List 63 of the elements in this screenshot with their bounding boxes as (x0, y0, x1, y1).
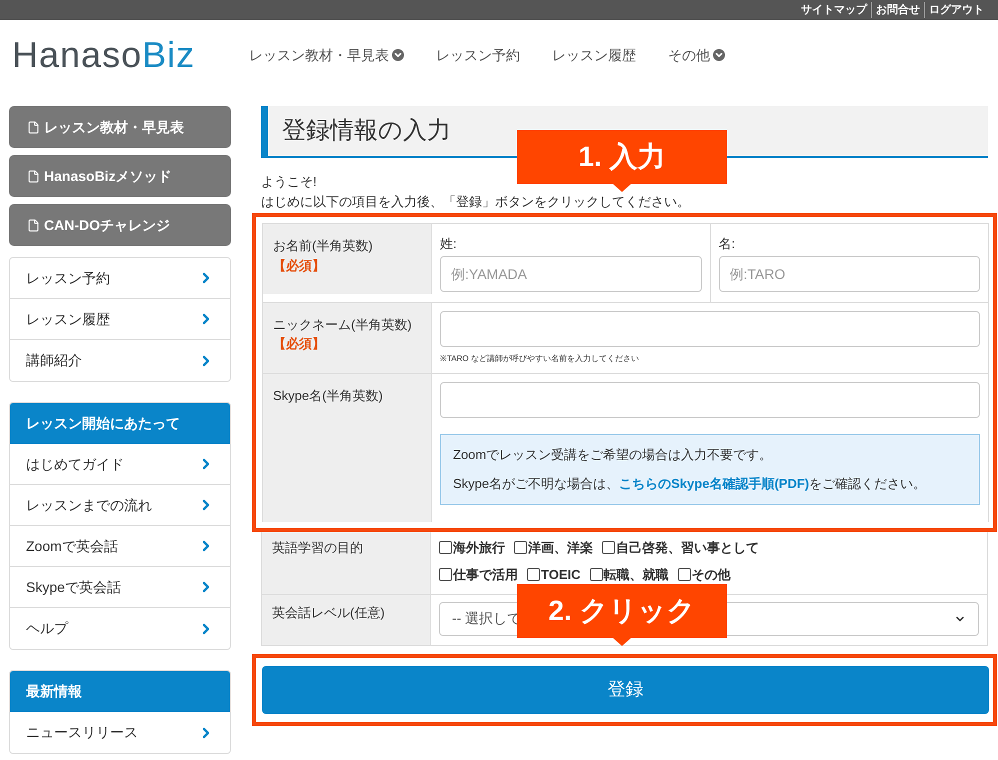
checkbox-option[interactable]: 仕事で活用 (439, 565, 518, 584)
checkbox[interactable] (678, 568, 690, 582)
sidebar-item[interactable]: Zoomで英会話 (10, 526, 230, 567)
field-label: 姓: (440, 235, 458, 253)
top-link[interactable]: ログアウト (924, 2, 988, 18)
nav-link[interactable]: レッスン教材・早見表 (249, 44, 404, 66)
input-field[interactable]: 例:TARO (718, 256, 980, 292)
logo[interactable]: HanasoBiz (12, 37, 227, 73)
sidebar-item[interactable]: レッスン履歴 (10, 299, 230, 340)
sidebar-button[interactable]: CAN-DOチャレンジ (9, 204, 231, 246)
document-icon (27, 218, 40, 232)
pdf-link[interactable]: こちらのSkype名確認手順(PDF) (619, 476, 810, 491)
top-link[interactable]: お問合せ (871, 2, 924, 18)
input-field[interactable] (440, 310, 980, 346)
document-icon (27, 120, 40, 134)
checkbox[interactable] (439, 540, 452, 554)
required-label: 【必須】 (273, 335, 326, 353)
field-label: 英会話レベル(任意) (272, 604, 386, 622)
info-text: Zoomでレッスン受講をご希望の場合は入力不要です。 (453, 446, 774, 464)
sidebar-item[interactable]: ヘルプ (10, 608, 230, 649)
hint-text: ※TARO など講師が呼びやすい名前を入力してください (440, 352, 640, 364)
field-label: 英語学習の目的 (272, 538, 364, 556)
sidebar-button[interactable]: HanasoBizメソッド (9, 155, 231, 197)
field-label: Skype名(半角英数) (273, 386, 384, 405)
required-label: 【必須】 (273, 256, 326, 274)
nav-link[interactable]: レッスン予約 (436, 44, 520, 66)
field-label: ニックネーム(半角英数) (273, 316, 413, 334)
sidebar-item[interactable]: レッスン予約 (10, 258, 230, 299)
submit-button[interactable]: 登録 (262, 666, 989, 714)
sidebar-item[interactable]: 講師紹介 (10, 340, 230, 381)
sidebar-item[interactable]: レッスンまでの流れ (10, 485, 230, 526)
document-icon (27, 170, 40, 182)
sidebar-item[interactable]: ニュースリリース (10, 712, 230, 753)
sidebar-button[interactable]: レッスン教材・早見表 (9, 106, 231, 148)
checkbox[interactable] (602, 540, 615, 554)
sidebar-item[interactable]: はじめてガイド (10, 444, 230, 485)
checkbox-option[interactable]: TOEIC (527, 565, 580, 584)
nav-link[interactable]: その他 (668, 44, 725, 66)
checkbox-option[interactable]: 洋画、洋楽 (514, 538, 593, 557)
field-label: お名前(半角英数) (273, 237, 374, 255)
checkbox[interactable] (514, 540, 527, 554)
chevron-down-icon (392, 49, 404, 61)
input-field[interactable] (440, 382, 980, 418)
field-label: 名: (718, 235, 736, 253)
checkbox[interactable] (590, 568, 602, 582)
greeting-text: ようこそ! (261, 173, 318, 191)
checkbox-option[interactable]: 自己啓発、習い事として (602, 538, 759, 557)
section-header: 最新情報 (10, 671, 230, 712)
section-header: レッスン開始にあたって (10, 403, 230, 444)
callout-label: 1. 入力 (517, 130, 727, 192)
checkbox-option[interactable]: 海外旅行 (439, 538, 505, 557)
nav-link[interactable]: レッスン履歴 (552, 44, 636, 66)
info-text: Skype名がご不明な場合は、こちらのSkype名確認手順(PDF)をご確認ください。 (453, 475, 928, 493)
checkbox[interactable] (439, 568, 452, 582)
checkbox-option[interactable]: その他 (678, 565, 730, 584)
sidebar-item[interactable]: Skypeで英会話 (10, 567, 230, 608)
input-field[interactable]: 例:YAMADA (440, 256, 702, 292)
chevron-down-icon (713, 49, 725, 61)
instruction-text: はじめに以下の項目を入力後、「登録」ボタンをクリックしてください。 (261, 192, 691, 210)
callout-label: 2. クリック (517, 584, 727, 646)
checkbox-option[interactable]: 転職、就職 (590, 565, 668, 584)
checkbox[interactable] (527, 568, 540, 582)
top-link[interactable]: サイトマップ (797, 2, 871, 18)
